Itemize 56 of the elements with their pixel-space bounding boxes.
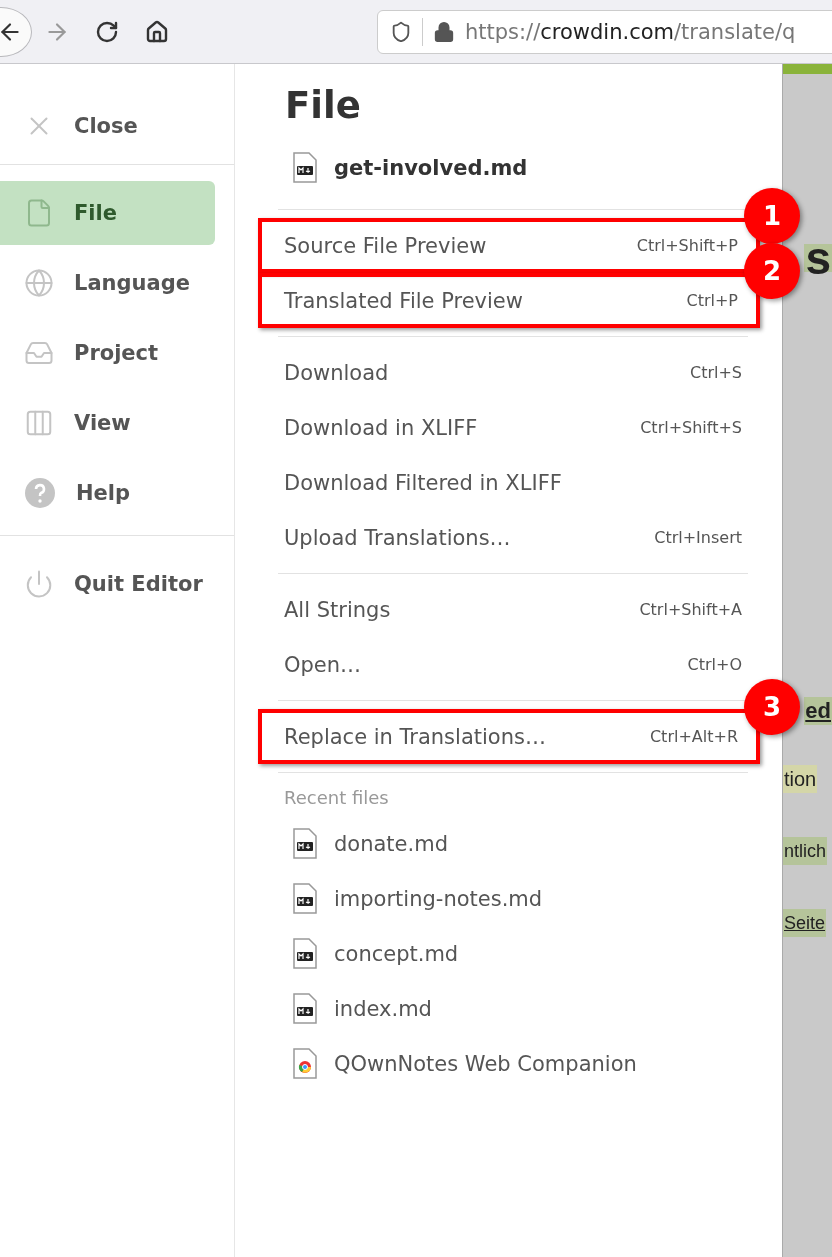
globe-icon	[24, 268, 54, 298]
recent-file-item[interactable]: donate.md	[278, 816, 748, 871]
recent-file-item[interactable]: index.md	[278, 981, 748, 1036]
current-file-name: get-involved.md	[334, 156, 528, 180]
sidebar-item[interactable]: Language	[0, 251, 215, 315]
shortcut-text: Ctrl+S	[689, 363, 742, 382]
callout-number: 2	[744, 243, 800, 299]
background-text: tion	[783, 765, 818, 793]
shortcut-text: Ctrl+Alt+R	[649, 727, 738, 746]
home-icon	[145, 19, 169, 44]
quit-editor-button[interactable]: Quit Editor	[0, 552, 215, 616]
shortcut-text: Ctrl+Shift+A	[639, 600, 742, 619]
shortcut-text: Ctrl+Shift+P	[636, 236, 738, 255]
markdown-file-icon	[292, 152, 318, 184]
reload-icon	[95, 19, 119, 44]
sidebar-item[interactable]: Help	[0, 461, 215, 525]
columns-icon	[24, 408, 54, 438]
menu-item[interactable]: Source File Preview Ctrl+Shift+P	[278, 222, 744, 269]
callout-number: 3	[744, 679, 800, 735]
background-text: Seite	[783, 909, 827, 937]
sidebar-item[interactable]: View	[0, 391, 215, 455]
menu-item[interactable]: Translated File Preview Ctrl+P	[278, 277, 744, 324]
background-text: s	[804, 244, 832, 272]
shortcut-text: Ctrl+P	[686, 291, 738, 310]
shortcut-text: Ctrl+O	[687, 655, 742, 674]
menu-item[interactable]: Download Ctrl+S	[278, 345, 748, 400]
menu-item[interactable]: Upload Translations… Ctrl+Insert	[278, 510, 748, 565]
markdown-file-icon	[292, 827, 318, 860]
menu-item[interactable]: Download in XLIFF Ctrl+Shift+S	[278, 400, 748, 455]
section-heading: Recent files	[283, 786, 390, 810]
recent-file-item[interactable]: concept.md	[278, 926, 748, 981]
header-strip	[783, 64, 832, 74]
help-icon	[24, 477, 56, 509]
close-button[interactable]: Close	[0, 94, 215, 158]
background-text: ntlich	[783, 837, 828, 865]
menu-item[interactable]: All Strings Ctrl+Shift+A	[278, 582, 748, 637]
shield-icon	[390, 20, 412, 43]
sidebar-item[interactable]: Project	[0, 321, 215, 385]
menu-title: File	[285, 84, 362, 127]
markdown-file-icon	[292, 882, 318, 915]
shortcut-text: Ctrl+Insert	[654, 528, 742, 547]
sidebar-item[interactable]: File	[0, 181, 215, 245]
lock-icon	[433, 20, 455, 43]
markdown-file-icon	[292, 937, 318, 970]
shortcut-text: Ctrl+Shift+S	[640, 418, 742, 437]
menu-item[interactable]: Download Filtered in XLIFF	[278, 455, 748, 510]
power-icon	[24, 569, 54, 599]
recent-file-item[interactable]: importing-notes.md	[278, 871, 748, 926]
callout-number: 1	[744, 188, 800, 244]
background-text: ed	[804, 697, 832, 725]
url-text: https://crowdin.com/translate/q	[465, 19, 796, 44]
address-bar[interactable]: https://crowdin.com/translate/q	[377, 9, 832, 54]
browser-file-icon	[292, 1047, 318, 1080]
menu-item[interactable]: Replace in Translations… Ctrl+Alt+R	[278, 713, 744, 760]
markdown-file-icon	[292, 992, 318, 1025]
recent-file-item[interactable]: QOwnNotes Web Companion	[278, 1036, 748, 1091]
